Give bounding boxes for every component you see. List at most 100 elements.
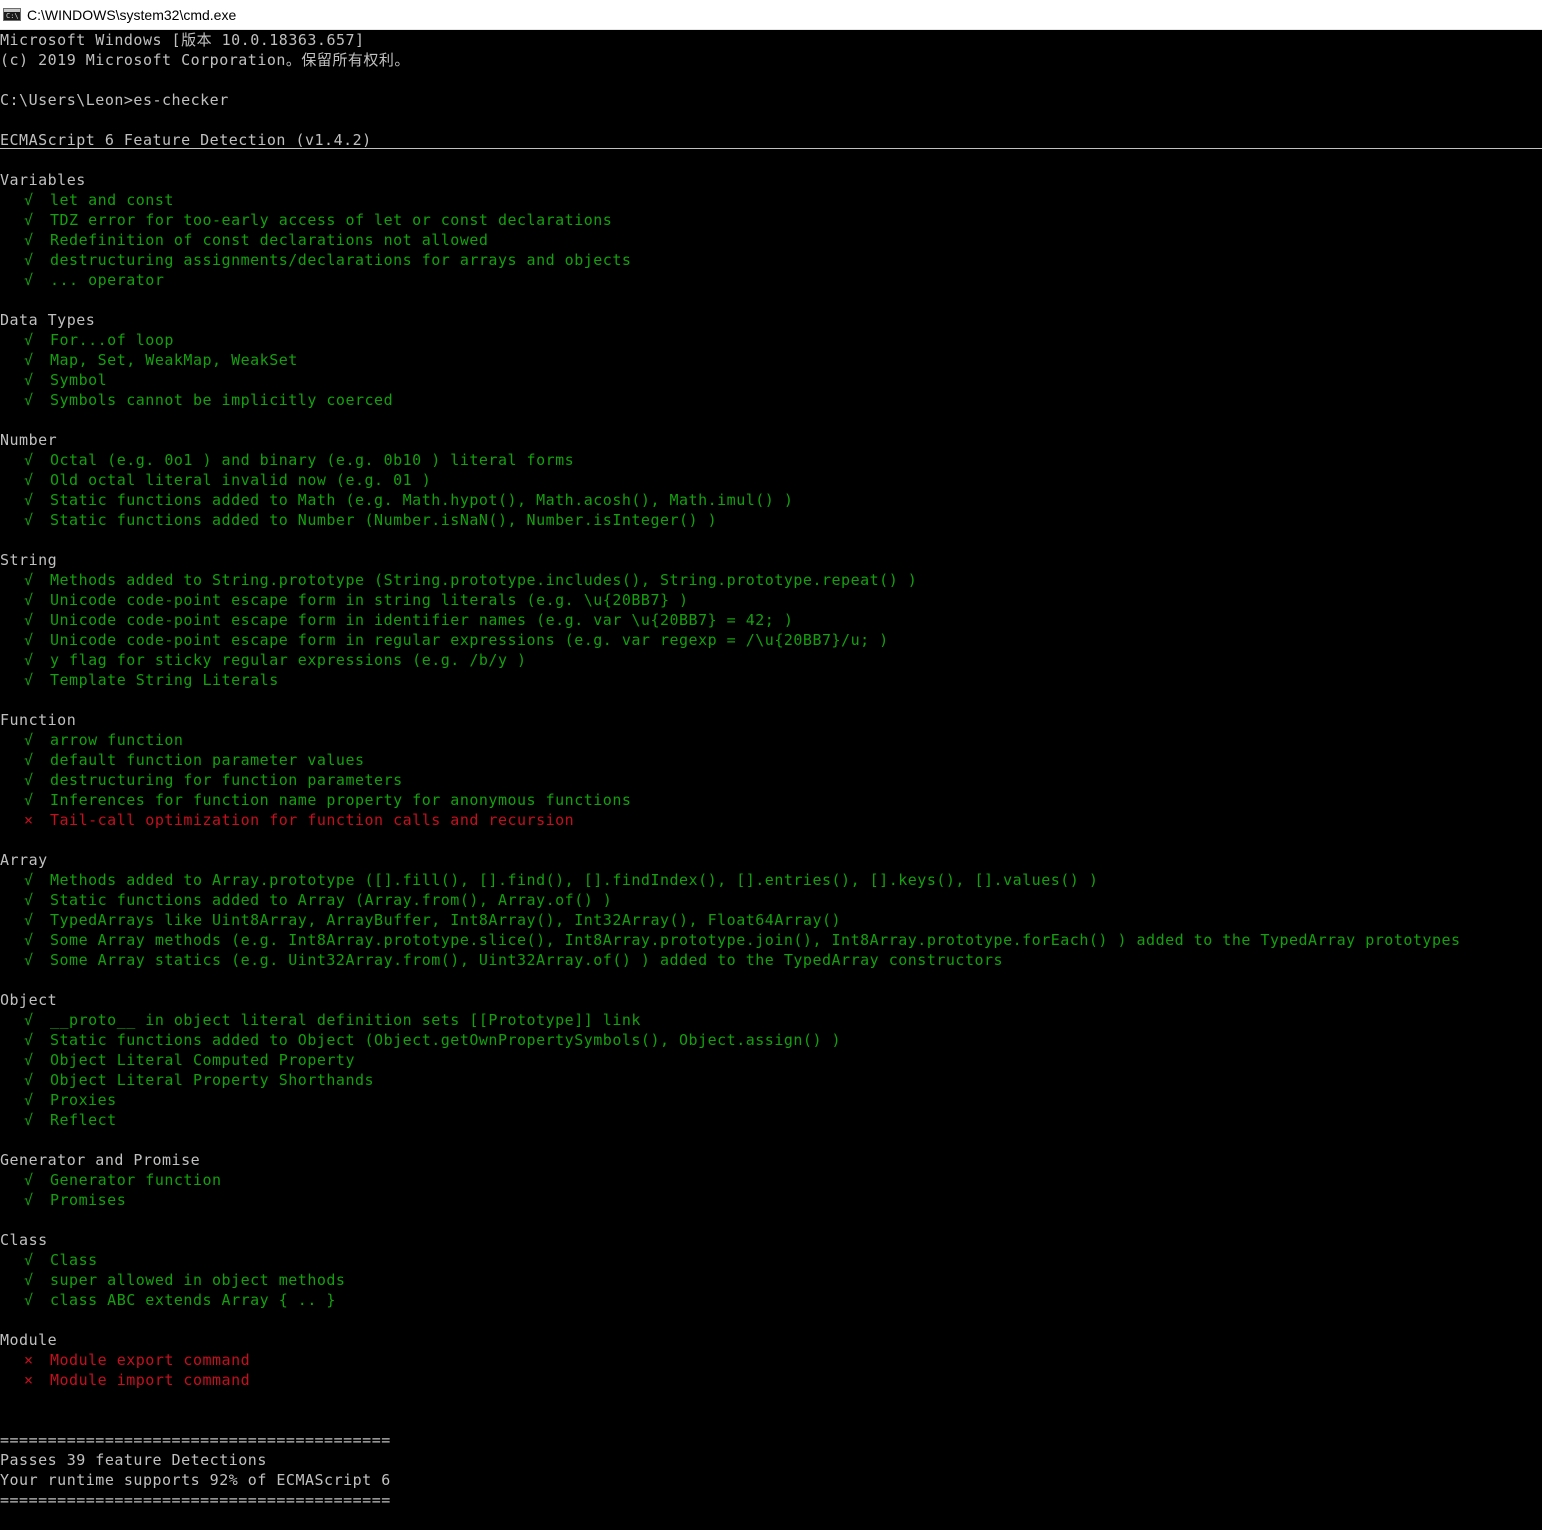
pass-check-icon: √ [24, 891, 34, 909]
fail-cross-icon: × [24, 1371, 34, 1389]
pass-check-icon: √ [24, 1251, 34, 1269]
feature-item: √ Proxies [0, 1090, 117, 1110]
feature-text: let and const [50, 191, 174, 209]
feature-item: × Module export command [0, 1350, 250, 1370]
section-header: Generator and Promise [0, 1151, 201, 1169]
section-header: Class [0, 1231, 48, 1249]
feature-text: Generator function [50, 1171, 222, 1189]
feature-text: Inferences for function name property fo… [50, 791, 632, 809]
feature-text: Methods added to String.prototype (Strin… [50, 571, 918, 589]
pass-check-icon: √ [24, 511, 34, 529]
summary-support: Your runtime supports 92% of ECMAScript … [0, 1471, 391, 1489]
feature-item: √ default function parameter values [0, 750, 365, 770]
pass-check-icon: √ [24, 271, 34, 289]
feature-text: Symbols cannot be implicitly coerced [50, 391, 394, 409]
feature-text: Object Literal Computed Property [50, 1051, 355, 1069]
pass-check-icon: √ [24, 791, 34, 809]
feature-item: √ Reflect [0, 1110, 117, 1130]
feature-text: super allowed in object methods [50, 1271, 346, 1289]
section-header: Function [0, 711, 77, 729]
feature-text: Static functions added to Math (e.g. Mat… [50, 491, 794, 509]
feature-item: √ Object Literal Property Shorthands [0, 1070, 374, 1090]
pass-check-icon: √ [24, 1191, 34, 1209]
pass-check-icon: √ [24, 631, 34, 649]
feature-item: √ TDZ error for too-early access of let o… [0, 210, 612, 230]
pass-check-icon: √ [24, 1291, 34, 1309]
pass-check-icon: √ [24, 951, 34, 969]
feature-item: √ Unicode code-point escape form in regul… [0, 630, 889, 650]
feature-text: Unicode code-point escape form in identi… [50, 611, 794, 629]
feature-item: √ arrow function [0, 730, 183, 750]
feature-text: TypedArrays like Uint8Array, ArrayBuffer… [50, 911, 842, 929]
feature-text: __proto__ in object literal definition s… [50, 1011, 641, 1029]
feature-item: √ Unicode code-point escape form in ident… [0, 610, 793, 630]
feature-text: Unicode code-point escape form in regula… [50, 631, 889, 649]
pass-check-icon: √ [24, 1011, 34, 1029]
feature-text: Class [50, 1251, 98, 1269]
feature-item: √ y flag for sticky regular expressions (… [0, 650, 527, 670]
section-header: Object [0, 991, 58, 1009]
banner-line-1: Microsoft Windows [版本 10.0.18363.657] [0, 31, 365, 49]
section-header: Module [0, 1331, 58, 1349]
fail-cross-icon: × [24, 811, 34, 829]
feature-text: Proxies [50, 1091, 117, 1109]
heading-underline [0, 148, 1542, 149]
pass-check-icon: √ [24, 1071, 34, 1089]
feature-item: √ Methods added to Array.prototype ([].fi… [0, 870, 1098, 890]
title-bar[interactable]: C:\ C:\WINDOWS\system32\cmd.exe [0, 0, 1542, 30]
pass-check-icon: √ [24, 1171, 34, 1189]
feature-item: √ Map, Set, WeakMap, WeakSet [0, 350, 298, 370]
feature-text: Octal (e.g. 0o1 ) and binary (e.g. 0b10 … [50, 451, 575, 469]
feature-item: √ __proto__ in object literal definition … [0, 1010, 641, 1030]
pass-check-icon: √ [24, 1051, 34, 1069]
feature-item: √ Symbols cannot be implicitly coerced [0, 390, 393, 410]
feature-text: Methods added to Array.prototype ([].fil… [50, 871, 1099, 889]
feature-item: √ destructuring assignments/declarations … [0, 250, 631, 270]
feature-text: For...of loop [50, 331, 174, 349]
pass-check-icon: √ [24, 211, 34, 229]
feature-text: ... operator [50, 271, 165, 289]
feature-text: Tail-call optimization for function call… [50, 811, 575, 829]
feature-text: Static functions added to Object (Object… [50, 1031, 842, 1049]
pass-check-icon: √ [24, 1271, 34, 1289]
feature-text: Symbol [50, 371, 108, 389]
separator-bottom: ========================================… [0, 1491, 391, 1509]
feature-text: arrow function [50, 731, 184, 749]
console-output[interactable]: Microsoft Windows [版本 10.0.18363.657] (c… [0, 30, 1542, 1530]
pass-check-icon: √ [24, 1111, 34, 1129]
window-title: C:\WINDOWS\system32\cmd.exe [27, 6, 237, 23]
pass-check-icon: √ [24, 191, 34, 209]
pass-check-icon: √ [24, 391, 34, 409]
feature-item: √ Some Array methods (e.g. Int8Array.prot… [0, 930, 1461, 950]
separator-top: ========================================… [0, 1431, 391, 1449]
report-heading: ECMAScript 6 Feature Detection (v1.4.2) [0, 131, 372, 149]
feature-item: √ Some Array statics (e.g. Uint32Array.fr… [0, 950, 1003, 970]
feature-text: Old octal literal invalid now (e.g. 01 ) [50, 471, 432, 489]
feature-item: × Tail-call optimization for function cal… [0, 810, 574, 830]
pass-check-icon: √ [24, 251, 34, 269]
feature-text: class ABC extends Array { .. } [50, 1291, 336, 1309]
feature-text: Map, Set, WeakMap, WeakSet [50, 351, 298, 369]
feature-text: destructuring assignments/declarations f… [50, 251, 632, 269]
feature-item: × Module import command [0, 1370, 250, 1390]
feature-item: √ super allowed in object methods [0, 1270, 345, 1290]
feature-text: default function parameter values [50, 751, 365, 769]
pass-check-icon: √ [24, 731, 34, 749]
cmd-window: C:\ C:\WINDOWS\system32\cmd.exe Microsof… [0, 0, 1542, 1530]
feature-text: Module export command [50, 1351, 251, 1369]
section-header: Number [0, 431, 58, 449]
pass-check-icon: √ [24, 931, 34, 949]
feature-text: Reflect [50, 1111, 117, 1129]
feature-item: √ Static functions added to Array (Array.… [0, 890, 612, 910]
pass-check-icon: √ [24, 451, 34, 469]
feature-item: √ For...of loop [0, 330, 174, 350]
pass-check-icon: √ [24, 1031, 34, 1049]
pass-check-icon: √ [24, 371, 34, 389]
feature-item: √ Generator function [0, 1170, 222, 1190]
feature-item: √ let and const [0, 190, 174, 210]
feature-item: √ Class [0, 1250, 98, 1270]
feature-item: √ Static functions added to Math (e.g. Ma… [0, 490, 793, 510]
pass-check-icon: √ [24, 771, 34, 789]
pass-check-icon: √ [24, 231, 34, 249]
feature-text: Template String Literals [50, 671, 279, 689]
